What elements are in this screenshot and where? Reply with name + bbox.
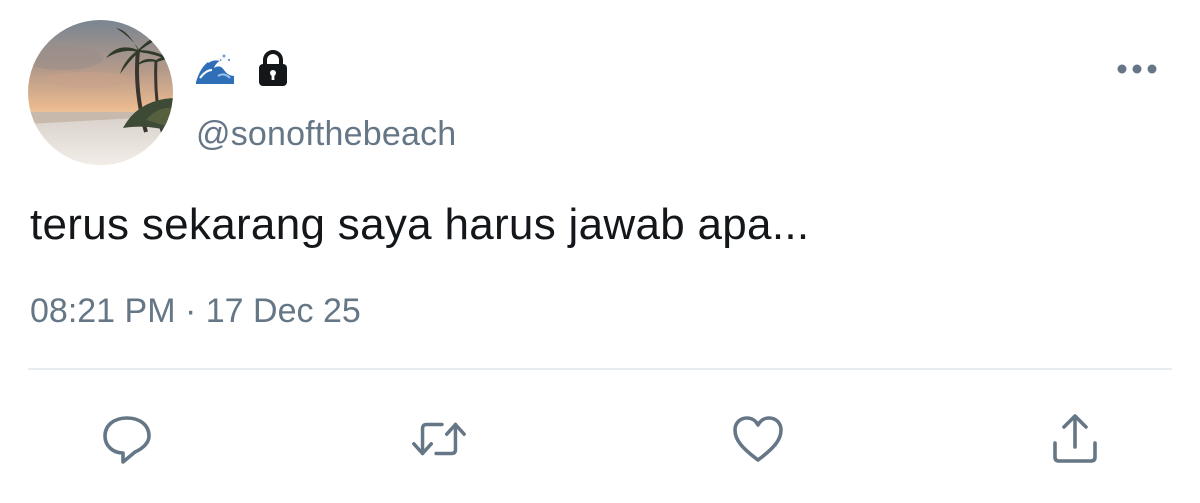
tweet-card: @sonofthebeach terus sekarang saya harus… (0, 0, 1200, 503)
user-handle[interactable]: @sonofthebeach (196, 115, 456, 154)
meta-separator: · (184, 292, 197, 330)
tweet-timestamp[interactable]: 08:21 PM · 17 Dec 25 (30, 292, 361, 331)
more-options-icon (1117, 64, 1157, 74)
tweet-time: 08:21 PM (30, 292, 176, 330)
avatar[interactable] (28, 20, 173, 165)
share-icon (1053, 414, 1097, 463)
like-button[interactable] (728, 410, 788, 468)
divider (28, 368, 1172, 370)
retweet-icon (412, 422, 466, 456)
tweet-text: terus sekarang saya harus jawab apa... (30, 200, 810, 249)
beach-avatar-image (28, 20, 173, 165)
reply-button[interactable] (97, 410, 157, 468)
reply-icon (103, 416, 151, 464)
display-name[interactable] (194, 46, 292, 90)
share-button[interactable] (1045, 410, 1105, 468)
lock-icon (259, 50, 287, 86)
water-wave-emoji-icon (194, 52, 236, 86)
like-icon (733, 416, 783, 462)
retweet-button[interactable] (409, 410, 469, 468)
tweet-date: 17 Dec 25 (205, 292, 361, 330)
more-options-button[interactable] (1112, 54, 1162, 84)
